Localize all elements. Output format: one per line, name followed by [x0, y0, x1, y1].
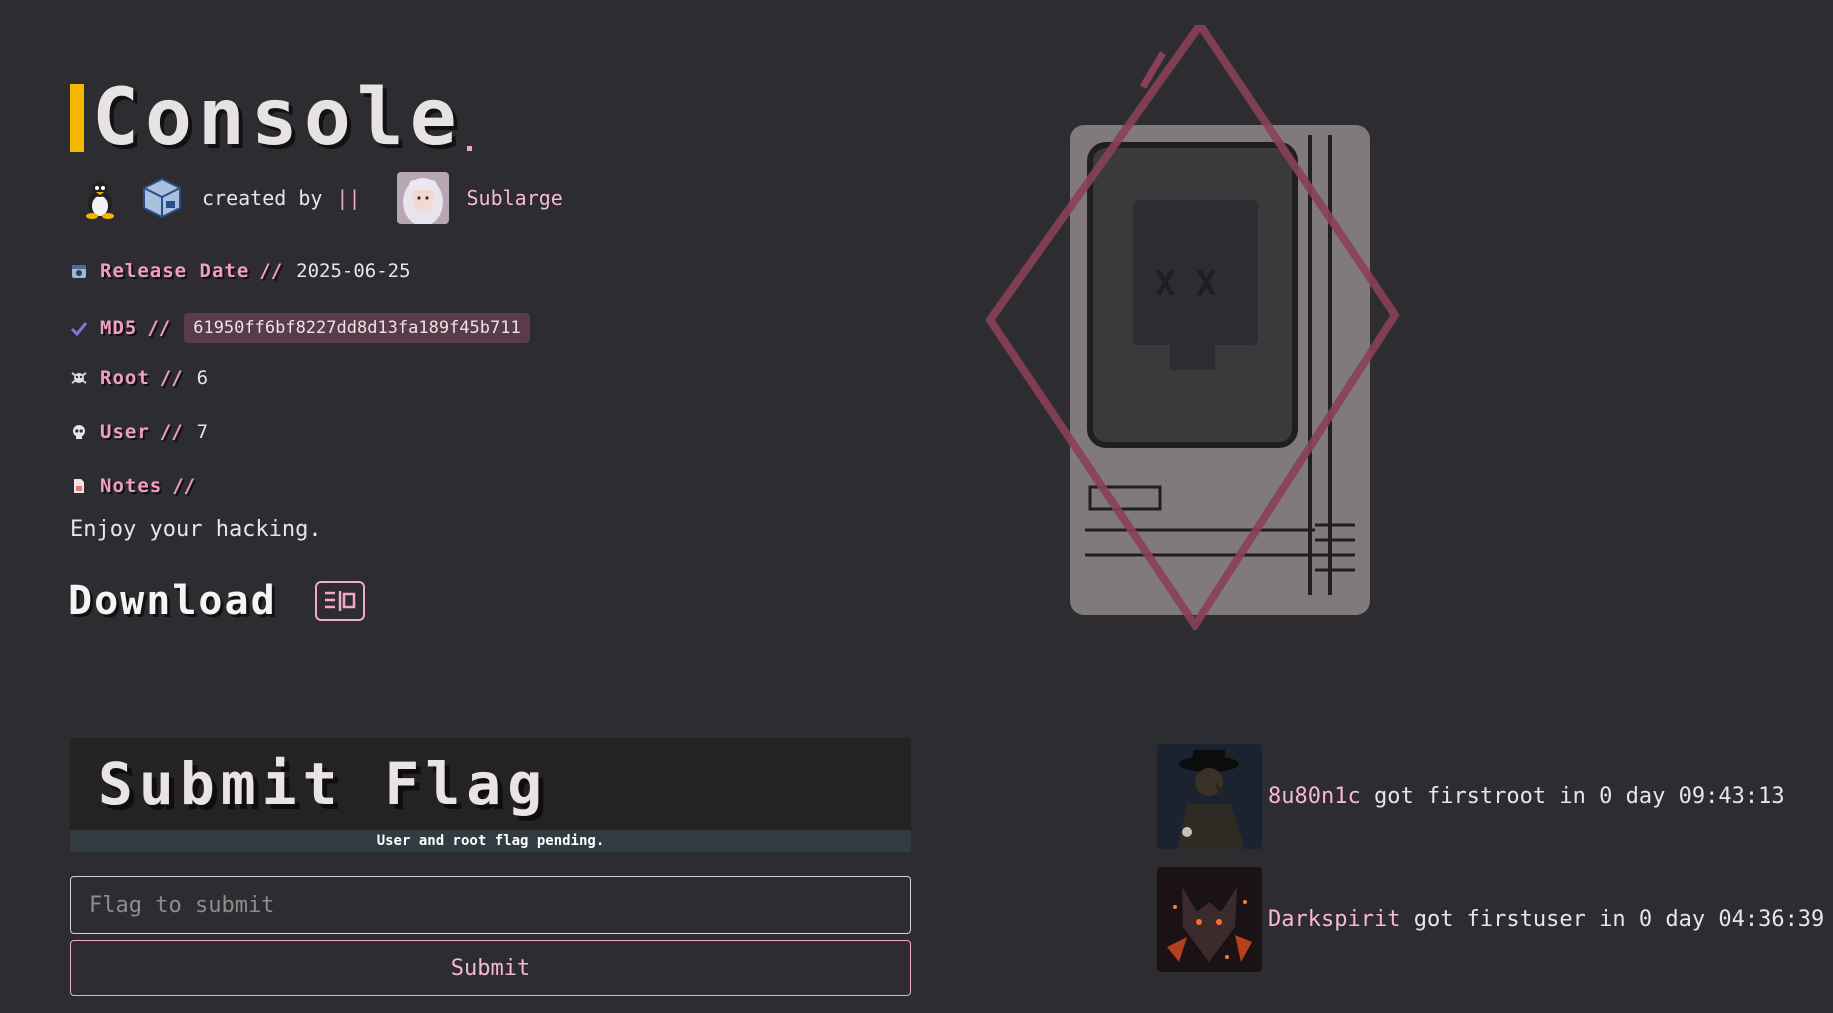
- linux-tux-icon: [86, 180, 114, 219]
- title-accent-bar: [70, 83, 84, 152]
- flag-input[interactable]: [70, 876, 911, 934]
- user-label: User: [100, 421, 150, 443]
- first-root-entry: 8u80n1c got firstroot in 0 day 09:43:13: [1157, 744, 1824, 849]
- blood-username[interactable]: Darkspirit: [1268, 907, 1400, 932]
- skull-crossbones-icon: [71, 372, 87, 384]
- submit-flag-panel: Submit Flag User and root flag pending. …: [70, 738, 911, 996]
- submit-flag-header: Submit Flag: [70, 738, 911, 830]
- first-bloods-list: 8u80n1c got firstroot in 0 day 09:43:13 …: [1157, 744, 1824, 990]
- user-sep: //: [159, 421, 183, 443]
- download-button[interactable]: [314, 581, 365, 621]
- page-title: Console: [92, 72, 463, 163]
- root-row: Root // 6: [70, 367, 208, 389]
- blood-action: got firstuser in 0 day 04:36:39: [1413, 907, 1825, 932]
- md5-label: MD5: [100, 317, 138, 339]
- notes-sep: //: [172, 475, 196, 497]
- blood-username[interactable]: 8u80n1c: [1268, 784, 1361, 809]
- release-date-value: 2025-06-25: [296, 260, 411, 282]
- release-date-sep: //: [259, 260, 283, 282]
- download-label: Download: [68, 578, 277, 624]
- blood-avatar[interactable]: [1157, 744, 1262, 849]
- md5-sep: //: [147, 317, 171, 339]
- first-user-entry: Darkspirit got firstuser in 0 day 04:36:…: [1157, 867, 1824, 972]
- user-value: 7: [196, 421, 209, 443]
- blood-action: got firstroot in 0 day 09:43:13: [1373, 784, 1785, 809]
- md5-row: MD5 // 61950ff6bf8227dd8d13fa189f45b711: [70, 313, 530, 343]
- document-icon: [74, 479, 84, 493]
- creator-avatar[interactable]: [396, 171, 449, 224]
- download-link-icon: [324, 591, 355, 611]
- notes-text: Enjoy your hacking.: [70, 517, 322, 542]
- md5-value[interactable]: 61950ff6bf8227dd8d13fa189f45b711: [184, 313, 530, 343]
- checkmark-icon: [70, 322, 88, 337]
- release-date-label: Release Date: [100, 260, 250, 282]
- machine-illustration: X X: [985, 25, 1400, 630]
- submit-button[interactable]: Submit: [70, 940, 911, 996]
- svg-text:X X: X X: [1155, 264, 1217, 304]
- download-section: Download: [68, 578, 365, 624]
- creator-separator: ||: [336, 185, 361, 210]
- notes-label: Notes: [100, 475, 163, 497]
- skull-icon: [73, 425, 85, 439]
- creator-row: created by || Sublarge: [78, 170, 563, 225]
- user-row: User // 7: [70, 421, 208, 443]
- release-date-row: Release Date // 2025-06-25: [70, 260, 411, 282]
- root-sep: //: [159, 367, 183, 389]
- root-value: 6: [196, 367, 209, 389]
- title-dot: [466, 146, 472, 151]
- notes-row: Notes //: [70, 475, 209, 497]
- submit-flag-title: Submit Flag: [98, 750, 549, 818]
- creator-name-link[interactable]: Sublarge: [467, 186, 563, 210]
- calendar-icon: [72, 265, 86, 278]
- created-by-label: created by: [202, 185, 323, 210]
- virtualbox-icon: [143, 177, 181, 218]
- root-label: Root: [100, 367, 150, 389]
- page-title-block: Console: [70, 72, 472, 163]
- flag-status-text: User and root flag pending.: [70, 830, 911, 852]
- blood-avatar[interactable]: [1157, 867, 1262, 972]
